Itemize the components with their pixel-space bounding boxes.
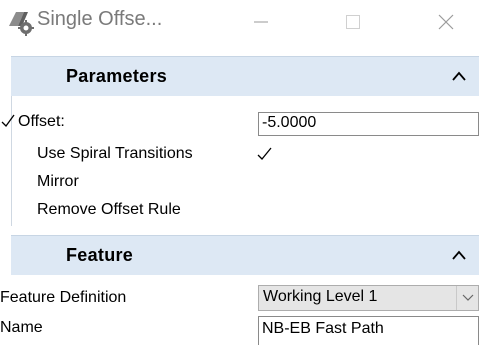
use-spiral-transitions-label[interactable]: Use Spiral Transitions bbox=[37, 145, 193, 163]
close-icon bbox=[438, 14, 454, 30]
feature-header-label: Feature bbox=[66, 245, 134, 265]
remove-offset-rule-label[interactable]: Remove Offset Rule bbox=[37, 201, 181, 219]
parameters-header-label: Parameters bbox=[66, 66, 168, 86]
use-spiral-checkmark-icon[interactable] bbox=[257, 147, 273, 161]
name-label: Name bbox=[0, 319, 43, 336]
feature-definition-value: Working Level 1 bbox=[263, 288, 378, 305]
feature-definition-label: Feature Definition bbox=[0, 289, 127, 306]
minimize-icon bbox=[254, 21, 268, 23]
chevron-down-icon bbox=[462, 294, 473, 301]
minimize-button[interactable] bbox=[238, 8, 284, 36]
dropdown-arrow[interactable] bbox=[456, 286, 478, 310]
offset-checkmark-icon[interactable] bbox=[1, 114, 15, 128]
parameters-section-header[interactable]: Parameters bbox=[11, 56, 479, 96]
feature-section-header[interactable]: Feature bbox=[11, 235, 479, 275]
chevron-up-icon[interactable] bbox=[451, 249, 467, 261]
name-input[interactable]: NB-EB Fast Path bbox=[258, 316, 479, 345]
chevron-up-icon[interactable] bbox=[451, 70, 467, 82]
offset-tool-icon bbox=[6, 6, 36, 36]
close-button[interactable] bbox=[423, 8, 469, 36]
title-bar[interactable]: Single Offse... bbox=[0, 0, 479, 52]
mirror-label[interactable]: Mirror bbox=[37, 173, 79, 191]
offset-input[interactable]: -5.0000 bbox=[258, 112, 479, 136]
maximize-button[interactable] bbox=[330, 8, 376, 36]
window-title: Single Offse... bbox=[37, 8, 163, 30]
feature-definition-select[interactable]: Working Level 1 bbox=[258, 285, 479, 311]
offset-label: Offset: bbox=[18, 113, 65, 130]
maximize-icon bbox=[346, 15, 360, 29]
